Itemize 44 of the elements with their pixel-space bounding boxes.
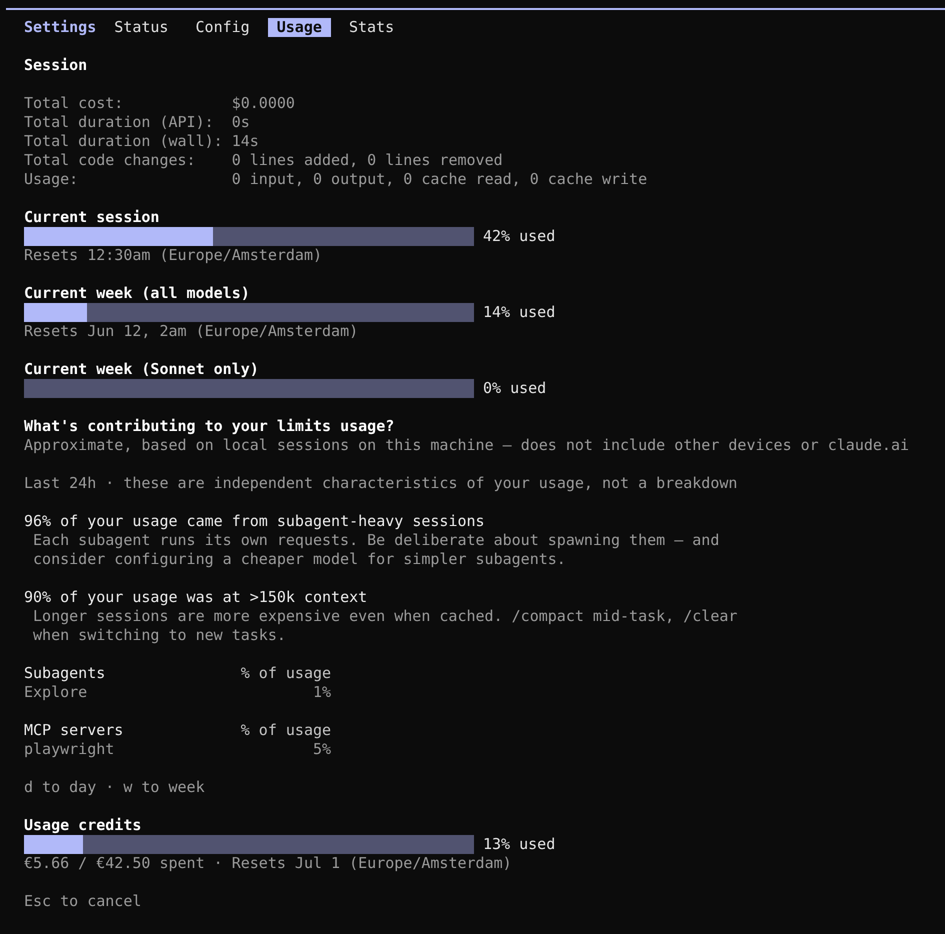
reset-note: Resets Jun 12, 2am (Europe/Amsterdam) (24, 322, 358, 340)
usage-reading: 42% used (483, 226, 556, 246)
section-heading: What's contributing to your limits usage? (24, 416, 394, 436)
meter-title: Usage credits (24, 816, 142, 834)
finding-title: 90% of your usage was at >150k context (24, 588, 368, 606)
tab[interactable]: Config (186, 18, 259, 36)
stat-label: Usage: (24, 170, 80, 188)
meter-title: Current session (24, 208, 160, 226)
column-header: % of usage (240, 664, 332, 682)
usage-reading: 13% used (483, 834, 556, 854)
finding-detail: Each subagent runs its own requests. Be deliberate about spawning them — and consider configuring a cheaper model for simpler subagents. (33, 530, 720, 568)
table-cell-text: playwright (24, 740, 116, 758)
stat-label: Total duration (wall): (24, 132, 224, 150)
period-note: Last 24h · these are independent characteristics of your usage, not a breakdown (24, 474, 738, 492)
column-header: % of usage (240, 720, 332, 740)
table-cell-text: 1% (312, 682, 332, 702)
usage-reading: 0% used (483, 378, 546, 398)
stat-value: 14s (232, 132, 259, 150)
reset-note: Resets 12:30am (Europe/Amsterdam) (24, 246, 322, 264)
tab[interactable]: Usage (268, 18, 331, 36)
cancel-hint: Esc to cancel (24, 892, 142, 910)
stat-label: Total duration (API): (24, 112, 215, 132)
tab[interactable]: Stats (340, 18, 404, 36)
stat-label: Total code changes: (24, 150, 197, 170)
section-heading: Session (24, 56, 88, 74)
column-header: Subagents (24, 664, 106, 682)
tab[interactable]: Status (105, 18, 178, 36)
reset-note: €5.66 / €42.50 spent · Resets Jul 1 (Europe/Amsterdam) (24, 854, 512, 872)
finding-detail: Longer sessions are more expensive even when cached. /compact mid-task, /clear when switching to new tasks. (33, 606, 738, 644)
meter-title: Current week (all models) (24, 284, 250, 302)
section-subtitle: Approximate, based on local sessions on this machine — does not include other devices or claude.ai (24, 436, 910, 454)
table-cell-text: 5% (312, 740, 332, 758)
stat-value: 0 input, 0 output, 0 cache read, 0 cache write (232, 170, 648, 188)
meter-title: Current week (Sonnet only) (24, 360, 259, 378)
column-header: MCP servers (24, 720, 124, 740)
table-cell-text: Explore (24, 682, 88, 702)
usage-reading: 14% used (483, 302, 556, 322)
stat-value: $0.0000 (232, 94, 295, 112)
stat-value: 0s (232, 112, 250, 132)
finding-title: 96% of your usage came from subagent-heavy sessions (24, 512, 485, 530)
settings-title: Settings (24, 18, 96, 36)
stat-label: Total cost: (24, 94, 124, 112)
key-hint: d to day · w to week (24, 778, 205, 796)
stat-value: 0 lines added, 0 lines removed (232, 150, 503, 170)
